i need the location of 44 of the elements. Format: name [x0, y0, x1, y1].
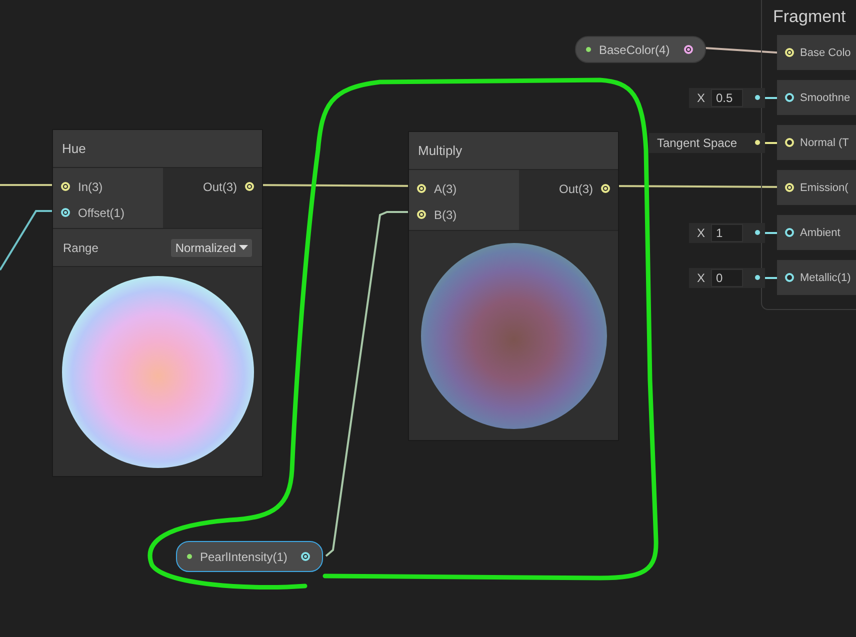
axis-label: X	[696, 90, 705, 104]
port-icon[interactable]	[245, 182, 254, 191]
port-label: Out(3)	[558, 182, 593, 196]
fragment-slot[interactable]: Emission(	[777, 170, 856, 205]
fragment-slot[interactable]: Metallic(1)	[777, 260, 856, 295]
port-icon[interactable]	[417, 210, 426, 219]
range-dropdown[interactable]: Normalized	[171, 238, 252, 256]
caret-icon	[239, 244, 248, 250]
port-label: B(3)	[434, 208, 457, 222]
node-title: Hue	[53, 130, 262, 168]
fragment-slot[interactable]: Ambient	[777, 215, 856, 250]
port-icon[interactable]	[785, 183, 794, 192]
port-icon[interactable]	[684, 45, 693, 54]
fragment-slot[interactable]: Smoothne	[777, 80, 856, 115]
port-icon[interactable]	[785, 93, 794, 102]
port-icon[interactable]	[785, 228, 794, 237]
range-label: Range	[63, 240, 98, 254]
axis-label: X	[696, 226, 705, 240]
number-field[interactable]: 0	[711, 268, 743, 286]
port-icon[interactable]	[785, 273, 794, 282]
property-node[interactable]: PearlIntensity(1)	[176, 541, 324, 572]
node-title: Multiply	[409, 132, 618, 170]
port-icon[interactable]	[301, 552, 310, 561]
block-title: Fragment	[773, 7, 846, 27]
space-input[interactable]: Tangent Space	[648, 132, 765, 152]
fragment-slot[interactable]: Base Colo	[777, 35, 856, 70]
number-field[interactable]: 1	[711, 224, 743, 242]
fragment-slot[interactable]: Normal (T	[777, 125, 856, 160]
port-icon[interactable]	[61, 182, 70, 191]
port-icon[interactable]	[417, 184, 426, 193]
property-node[interactable]: BaseColor(4)	[575, 36, 706, 63]
axis-label: X	[696, 270, 705, 284]
port-icon[interactable]	[601, 184, 610, 193]
port-label: Offset(1)	[78, 206, 124, 220]
port-icon[interactable]	[61, 208, 70, 217]
value-input[interactable]: X 1	[688, 222, 765, 242]
port-icon[interactable]	[785, 48, 794, 57]
port-label: Out(3)	[202, 180, 237, 194]
value-input[interactable]: X 0.5	[688, 88, 765, 108]
port-icon[interactable]	[785, 138, 794, 147]
port-label: In(3)	[78, 180, 103, 194]
number-field[interactable]: 0.5	[711, 88, 743, 106]
value-input[interactable]: X 0	[688, 268, 765, 288]
port-label: A(3)	[434, 182, 457, 196]
